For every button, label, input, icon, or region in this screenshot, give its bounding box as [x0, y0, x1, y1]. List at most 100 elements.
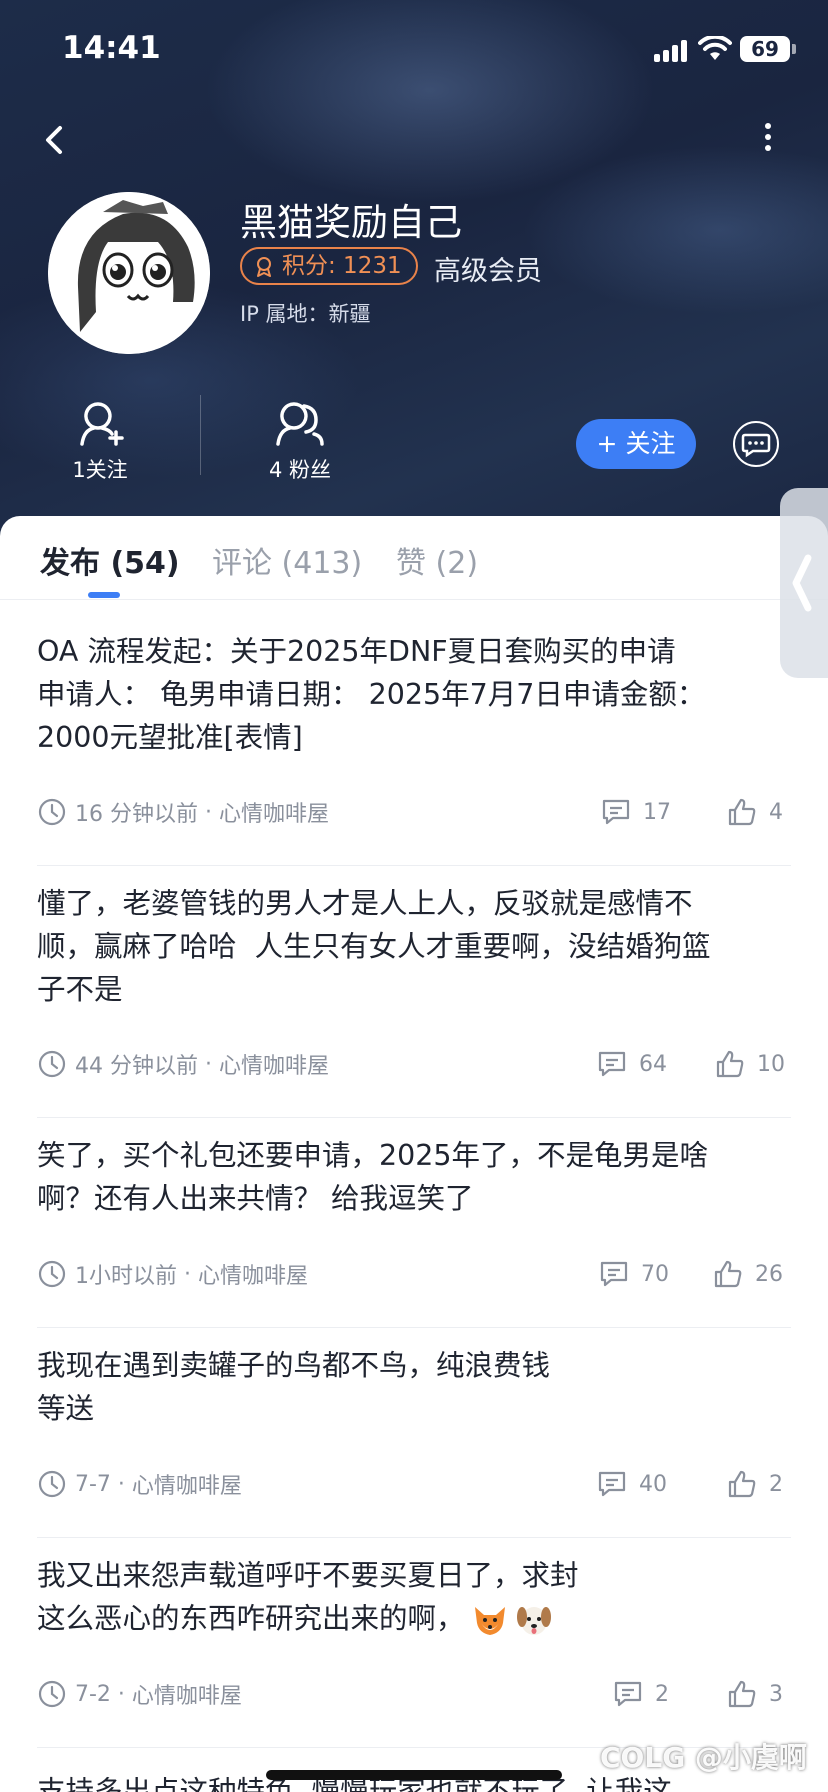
post-item[interactable]: OA 流程发起：关于2025年DNF夏日套购买的申请 申请人： 龟男申请日期： … — [37, 630, 791, 866]
post-time: 7-2 — [75, 1681, 111, 1707]
person-add-icon — [80, 402, 124, 446]
content-panel: 发布 (54) 评论 (413) 赞 (2) OA 流程发起：关于2025年DN… — [0, 516, 828, 1792]
side-drawer-handle[interactable] — [780, 488, 828, 678]
like-count[interactable]: 10 — [715, 1046, 785, 1082]
comment-count[interactable]: 2 — [613, 1676, 669, 1712]
watermark: COLG @小虞啊 — [600, 1741, 807, 1774]
wifi-icon — [698, 36, 732, 60]
stats-divider — [200, 395, 201, 475]
home-indicator[interactable] — [266, 1770, 562, 1780]
comment-count[interactable]: 40 — [597, 1466, 667, 1502]
points-badge[interactable]: 积分: 1231 — [240, 247, 418, 285]
medal-icon — [257, 257, 271, 277]
like-count-value: 3 — [769, 1681, 783, 1707]
post-text: 懂了，老婆管钱的男人才是人上人，反驳就是感情不 顺，赢麻了哈哈 人生只有女人才重… — [37, 887, 711, 1006]
like-count-value: 10 — [757, 1051, 785, 1077]
clock-icon — [38, 1260, 66, 1288]
post-item[interactable]: 笑了，买个礼包还要申请，2025年了，不是龟男是啥 啊？还有人出来共情？ 给我逗… — [37, 1134, 791, 1328]
post-meta: 7-2 · 心情咖啡屋 2 3 — [37, 1676, 791, 1712]
comment-count-value: 70 — [641, 1261, 669, 1287]
comment-count-value: 2 — [655, 1681, 669, 1707]
post-time-board: 7-2 · 心情咖啡屋 — [37, 1676, 242, 1712]
thumbs-up-icon — [716, 1050, 744, 1078]
post-time-board: 7-7 · 心情咖啡屋 — [37, 1466, 242, 1502]
thumbs-up-icon — [728, 1470, 756, 1498]
ip-location: IP 属地：新疆 — [240, 302, 371, 326]
comment-icon — [602, 799, 630, 825]
post-time-board: 16 分钟以前 · 心情咖啡屋 — [37, 794, 329, 830]
chat-bubble-icon[interactable] — [733, 421, 779, 467]
comment-count-value: 40 — [639, 1471, 667, 1497]
back-button[interactable] — [36, 118, 72, 162]
status-time: 14:41 — [62, 30, 161, 66]
tab-comments[interactable]: 评论 (413) — [212, 538, 362, 582]
member-level: 高级会员 — [434, 256, 542, 287]
like-count[interactable]: 2 — [727, 1466, 783, 1502]
follow-button[interactable]: + 关注 — [576, 419, 696, 469]
post-item[interactable]: 我现在遇到卖罐子的鸟都不鸟，纯浪费钱 等送 7-7 · 心情咖啡屋 40 2 — [37, 1344, 791, 1538]
comment-count[interactable]: 64 — [597, 1046, 667, 1082]
like-count-value: 26 — [755, 1261, 783, 1287]
fox-emoji-icon — [471, 1601, 509, 1639]
clock-icon — [38, 1470, 66, 1498]
comment-icon — [598, 1471, 626, 1497]
following-stat[interactable]: 1关注 — [40, 400, 160, 484]
post-meta: 44 分钟以前 · 心情咖啡屋 64 10 — [37, 1046, 791, 1082]
post-meta: 7-7 · 心情咖啡屋 40 2 — [37, 1466, 791, 1502]
clock-icon — [38, 798, 66, 826]
people-icon — [276, 402, 324, 446]
post-board[interactable]: 心情咖啡屋 — [219, 1048, 329, 1080]
comment-count[interactable]: 17 — [601, 794, 671, 830]
post-meta: 16 分钟以前 · 心情咖啡屋 17 4 — [37, 794, 791, 830]
post-time-board: 44 分钟以前 · 心情咖啡屋 — [37, 1046, 329, 1082]
post-board[interactable]: 心情咖啡屋 — [198, 1258, 308, 1290]
post-item[interactable]: 我又出来怨声载道呼吁不要买夏日了，求封 这么恶心的东西咋研究出来的啊， 7-2 … — [37, 1554, 791, 1748]
following-count: 1关注 — [72, 458, 128, 482]
post-board[interactable]: 心情咖啡屋 — [132, 1468, 242, 1500]
post-board[interactable]: 心情咖啡屋 — [219, 796, 329, 828]
like-count[interactable]: 4 — [727, 794, 783, 830]
message-glyph — [741, 433, 771, 458]
comment-icon — [598, 1051, 626, 1077]
dog-emoji-icon — [515, 1601, 553, 1639]
like-count-value: 2 — [769, 1471, 783, 1497]
post-time-board: 1小时以前 · 心情咖啡屋 — [37, 1256, 308, 1292]
comment-count-value: 17 — [643, 799, 671, 825]
followers-stat[interactable]: 4 粉丝 — [240, 400, 360, 484]
comment-icon — [614, 1681, 642, 1707]
thumbs-up-icon — [728, 1680, 756, 1708]
post-text: 我又出来怨声载道呼吁不要买夏日了，求封 这么恶心的东西咋研究出来的啊， — [37, 1554, 791, 1640]
more-vertical-icon[interactable] — [756, 118, 780, 162]
username: 黑猫奖励自己 — [240, 201, 462, 244]
tab-indicator — [88, 592, 120, 598]
profile-header: 14:41 69 黑猫奖励自己 积分: 1231 高级会员 IP 属地：新疆 1… — [0, 0, 828, 540]
thumbs-up-icon — [728, 798, 756, 826]
comment-count-value: 64 — [639, 1051, 667, 1077]
post-text: 我现在遇到卖罐子的鸟都不鸟，纯浪费钱 等送 — [37, 1349, 551, 1425]
followers-count: 4 粉丝 — [268, 458, 332, 482]
clock-icon — [38, 1050, 66, 1078]
avatar-image — [48, 192, 210, 354]
thumbs-up-icon — [714, 1260, 742, 1288]
tab-likes[interactable]: 赞 (2) — [396, 538, 478, 582]
post-board[interactable]: 心情咖啡屋 — [132, 1678, 242, 1710]
status-bar: 14:41 69 — [0, 0, 828, 100]
like-count[interactable]: 3 — [727, 1676, 783, 1712]
post-text: 笑了，买个礼包还要申请，2025年了，不是龟男是啥 啊？还有人出来共情？ 给我逗… — [37, 1139, 709, 1215]
signal-icon — [654, 38, 690, 62]
post-time: 7-7 — [75, 1471, 111, 1497]
post-item[interactable]: 懂了，老婆管钱的男人才是人上人，反驳就是感情不 顺，赢麻了哈哈 人生只有女人才重… — [37, 882, 791, 1118]
like-count[interactable]: 26 — [713, 1256, 783, 1292]
points-label: 积分: 1231 — [282, 253, 402, 279]
comment-icon — [600, 1261, 628, 1287]
comment-count[interactable]: 70 — [599, 1256, 669, 1292]
clock-icon — [38, 1680, 66, 1708]
post-time: 16 分钟以前 — [75, 802, 198, 827]
tab-bar: 发布 (54) 评论 (413) 赞 (2) — [0, 516, 828, 600]
tab-posts[interactable]: 发布 (54) — [40, 538, 180, 582]
battery-icon: 69 — [740, 36, 790, 62]
avatar[interactable] — [48, 192, 210, 354]
post-time: 1小时以前 — [75, 1264, 177, 1289]
post-time: 44 分钟以前 — [75, 1054, 198, 1079]
post-text: OA 流程发起：关于2025年DNF夏日套购买的申请 申请人： 龟男申请日期： … — [37, 635, 706, 754]
